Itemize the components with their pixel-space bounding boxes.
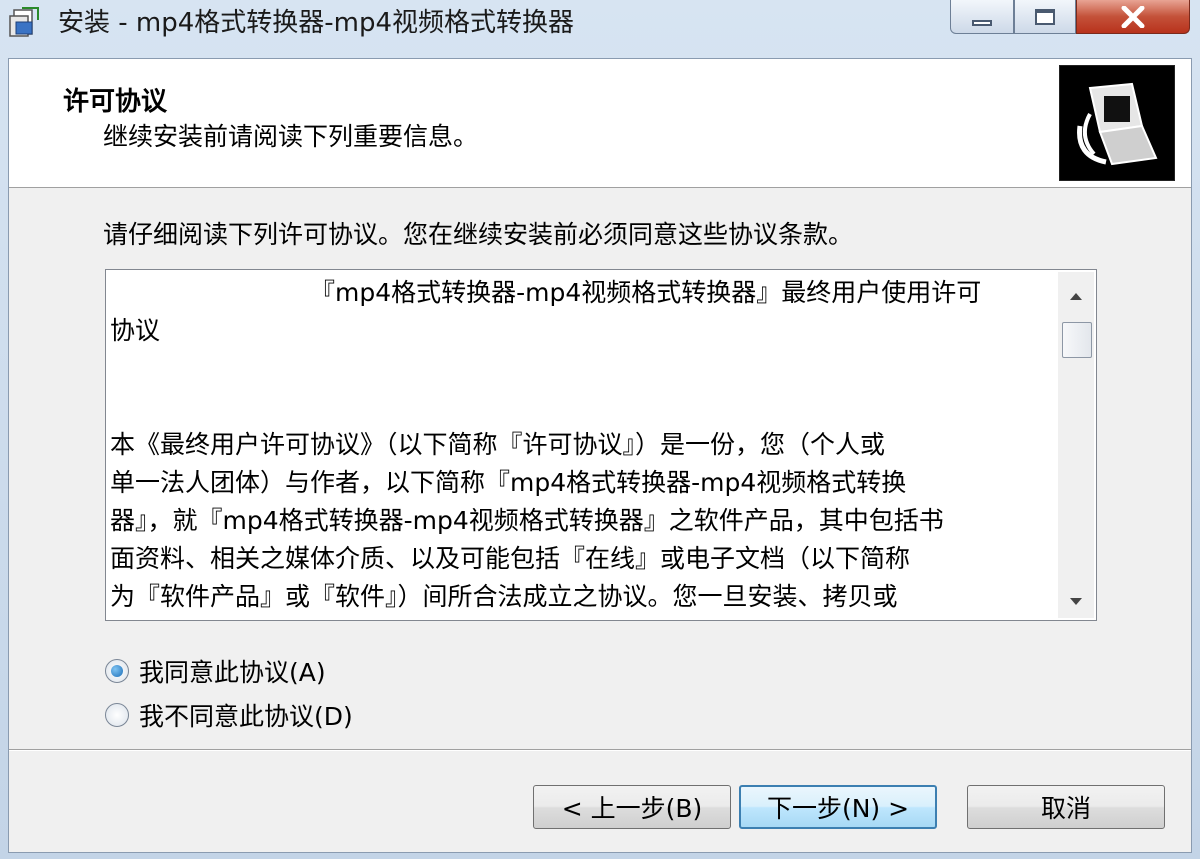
close-icon	[1121, 5, 1145, 28]
license-scrollbar[interactable]	[1058, 272, 1094, 618]
dialog-client-area: 许可协议 继续安装前请阅读下列重要信息。 请仔细阅读下列许可协议。您在继续安装前…	[8, 58, 1192, 853]
license-body-line: 面资料、相关之媒体介质、以及可能包括『在线』或电子文档（以下简称	[110, 544, 911, 573]
license-title-line: 『mp4格式转换器-mp4视频格式转换器』最终用户使用许可	[310, 278, 982, 307]
scroll-up-button[interactable]	[1058, 280, 1094, 312]
back-button[interactable]: < 上一步(B)	[533, 785, 731, 829]
agree-option[interactable]: 我同意此协议(A)	[105, 653, 326, 689]
license-body-line: 单一法人团体）与作者，以下简称『mp4格式转换器-mp4视频格式转换	[110, 468, 907, 497]
agree-label[interactable]: 我同意此协议(A)	[139, 653, 326, 689]
license-title-line: 协议	[110, 316, 161, 345]
license-body-line: 器』，就『mp4格式转换器-mp4视频格式转换器』之软件产品，其中包括书	[110, 506, 944, 535]
disagree-option[interactable]: 我不同意此协议(D)	[105, 697, 353, 733]
close-button[interactable]	[1076, 0, 1190, 34]
installer-window: 安装 - mp4格式转换器-mp4视频格式转换器 许可协议 继续安装前请阅读下列…	[0, 0, 1200, 859]
license-instruction: 请仔细阅读下列许可协议。您在继续安装前必须同意这些协议条款。	[103, 220, 854, 249]
license-content[interactable]: 『mp4格式转换器-mp4视频格式转换器』最终用户使用许可 协议 本《最终用户许…	[110, 274, 1054, 616]
disagree-label[interactable]: 我不同意此协议(D)	[139, 697, 353, 733]
setup-computer-icon	[1059, 65, 1175, 181]
license-body-line: 为『软件产品』或『软件』）间所合法成立之协议。您一旦安装、拷贝或	[110, 582, 898, 611]
maximize-icon	[1035, 8, 1055, 25]
minimize-icon	[972, 19, 992, 26]
cancel-button[interactable]: 取消	[967, 785, 1165, 829]
scroll-down-arrow-icon	[1070, 598, 1082, 605]
maximize-button[interactable]	[1014, 0, 1076, 34]
disagree-radio[interactable]	[105, 703, 129, 727]
scroll-up-arrow-icon	[1070, 293, 1082, 300]
scroll-thumb[interactable]	[1062, 322, 1092, 358]
minimize-button[interactable]	[950, 0, 1014, 34]
agree-radio[interactable]	[105, 659, 129, 683]
installer-app-icon	[8, 6, 42, 40]
page-title: 许可协议	[63, 87, 168, 117]
page-subtitle: 继续安装前请阅读下列重要信息。	[103, 122, 479, 151]
next-button[interactable]: 下一步(N) >	[739, 785, 937, 829]
window-title: 安装 - mp4格式转换器-mp4视频格式转换器	[58, 8, 575, 38]
title-bar[interactable]: 安装 - mp4格式转换器-mp4视频格式转换器	[0, 0, 1200, 46]
license-text-box[interactable]: 『mp4格式转换器-mp4视频格式转换器』最终用户使用许可 协议 本《最终用户许…	[105, 269, 1097, 621]
button-separator	[9, 749, 1191, 751]
scroll-down-button[interactable]	[1058, 586, 1094, 618]
license-body-line: 本《最终用户许可协议》（以下简称『许可协议』）是一份，您（个人或	[110, 430, 886, 459]
wizard-header: 许可协议 继续安装前请阅读下列重要信息。	[9, 59, 1191, 188]
